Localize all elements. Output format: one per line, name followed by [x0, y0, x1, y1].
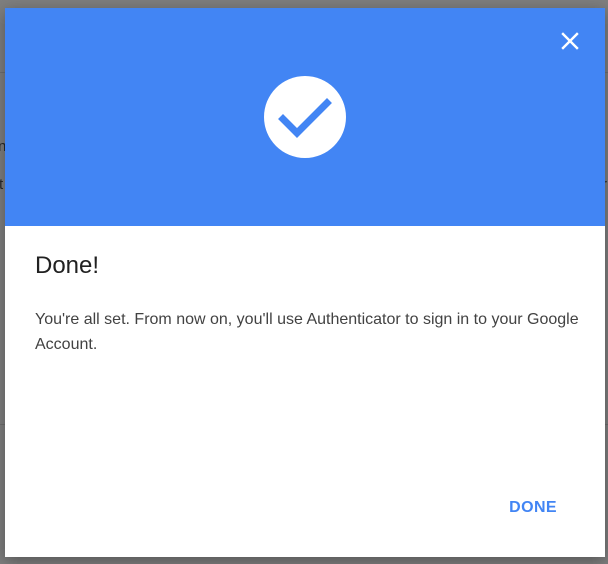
check-circle-icon [264, 76, 346, 158]
dialog-message: You're all set. From now on, you'll use … [35, 310, 579, 353]
dialog-title: Done! [35, 252, 100, 279]
done-button[interactable]: DONE [503, 495, 563, 521]
backdrop-text: t [0, 176, 4, 193]
success-dialog: Done! You're all set. From now on, you'l… [5, 8, 605, 557]
dialog-actions: DONE [503, 495, 563, 521]
close-icon [561, 32, 579, 50]
dialog-body: Done! You're all set. From now on, you'l… [5, 226, 605, 357]
close-button[interactable] [557, 28, 583, 54]
dialog-header [5, 8, 605, 226]
checkmark-icon [278, 98, 332, 138]
